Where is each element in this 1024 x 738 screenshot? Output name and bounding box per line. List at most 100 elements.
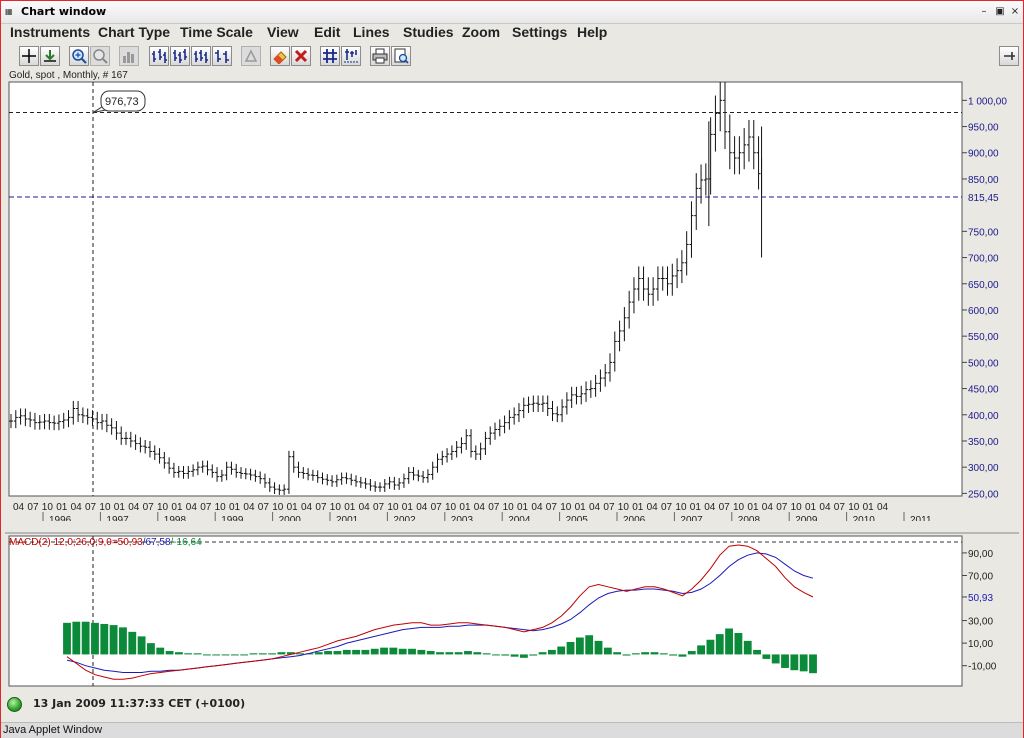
menu-zoom[interactable]: Zoom [462, 24, 500, 40]
macd-histogram-bar [566, 642, 575, 655]
print-icon[interactable] [370, 46, 390, 66]
macd-histogram-bar [333, 651, 342, 655]
price-x-month-label: 10 [387, 502, 399, 513]
price-x-month-label: 01 [402, 502, 414, 513]
maximize-icon[interactable]: ▣ [994, 6, 1006, 18]
price-x-month-label: 01 [632, 502, 644, 513]
price-y-tick-label: 250,00 [968, 489, 999, 500]
macd-histogram-bar [473, 652, 482, 655]
macd-histogram-bar [212, 654, 221, 656]
price-x-month-label: 01 [229, 502, 241, 513]
crosshair-icon[interactable] [19, 46, 39, 66]
price-x-month-label: 10 [848, 502, 860, 513]
pin-icon[interactable] [999, 46, 1019, 66]
macd-y-tick-label: -10,00 [968, 662, 997, 673]
macd-histogram-bar [510, 654, 519, 657]
price-x-month-label: 04 [71, 502, 83, 513]
menu-lines[interactable]: Lines [353, 24, 390, 40]
macd-histogram-bar [520, 654, 528, 658]
price-x-month-label: 01 [805, 502, 817, 513]
minimize-icon[interactable]: – [978, 6, 990, 18]
close-icon[interactable]: × [1009, 6, 1021, 18]
menu-time-scale[interactable]: Time Scale [180, 24, 253, 40]
macd-chart[interactable]: -10,00 10,00 30,00 50,93 70,00 90,00 MACD(2) … [1, 532, 1023, 692]
status-timestamp: 13 Jan 2009 11:37:33 CET (+0100) [33, 697, 246, 710]
price-y-tick-label: 300,00 [968, 463, 999, 474]
status-bar: 13 Jan 2009 11:37:33 CET (+0100) [1, 693, 1023, 717]
price-x-month-label: 04 [762, 502, 774, 513]
macd-panel[interactable]: -10,00 10,00 30,00 50,93 70,00 90,00 MACD(2) … [1, 532, 1023, 692]
price-x-month-label: 01 [459, 502, 471, 513]
price-x-year-label: 2004 [508, 515, 531, 521]
price-x-month-label: 10 [560, 502, 572, 513]
ohlc-bars-icon[interactable] [149, 46, 169, 66]
menu-edit[interactable]: Edit [314, 24, 340, 40]
price-x-month-label: 01 [575, 502, 587, 513]
price-y-tick-label: 900,00 [968, 149, 999, 160]
price-y-tick-label: 600,00 [968, 306, 999, 317]
price-x-year-label: 2000 [279, 515, 302, 521]
macd-plot-area[interactable] [8, 535, 963, 687]
price-x-year-label: 1998 [164, 515, 187, 521]
price-y-tick-label: 700,00 [968, 254, 999, 265]
price-marker-label: 815,45 [968, 193, 999, 204]
macd-histogram-bar [314, 652, 323, 655]
menu-chart-type[interactable]: Chart Type [98, 24, 170, 40]
macd-histogram-bar [389, 647, 398, 655]
menu-bar: Instruments Chart Type Time Scale View E… [1, 23, 1023, 43]
price-x-month-label: 04 [301, 502, 313, 513]
zoom-out-icon[interactable] [90, 46, 110, 66]
window-menu-icon[interactable]: ▦ [5, 7, 15, 17]
price-x-month-label: 07 [719, 502, 731, 513]
macd-histogram-bar [249, 653, 258, 655]
ohlc-bars-wide-icon[interactable] [212, 46, 232, 66]
macd-legend-hist: /-16,64 [171, 537, 203, 548]
price-x-year-label: 1997 [106, 515, 129, 521]
macd-histogram-bar [408, 648, 416, 655]
price-x-month-label: 07 [27, 502, 39, 513]
grid-settings-icon[interactable] [341, 46, 361, 66]
price-x-year-label: 2002 [393, 515, 416, 521]
price-x-month-label: 01 [287, 502, 299, 513]
price-x-month-label: 10 [272, 502, 284, 513]
ohlc-bars-compact-icon[interactable] [191, 46, 211, 66]
menu-settings[interactable]: Settings [512, 24, 567, 40]
price-x-month-label: 01 [344, 502, 356, 513]
price-chart[interactable]: 250,00 300,00 350,00 400,00 450,00 500,00 550,… [1, 81, 1023, 526]
price-x-month-label: 07 [603, 502, 615, 513]
price-x-month-label: 04 [704, 502, 716, 513]
macd-histogram-bar [380, 647, 388, 655]
menu-studies[interactable]: Studies [403, 24, 454, 40]
macd-histogram-bar [63, 622, 71, 655]
panel-splitter[interactable] [5, 532, 1019, 534]
eraser-icon[interactable] [270, 46, 290, 66]
price-x-year-label: 2010 [853, 515, 876, 521]
delete-icon[interactable] [291, 46, 311, 66]
price-x-year-label: 2006 [623, 515, 646, 521]
price-x-month-label: 07 [661, 502, 673, 513]
macd-histogram-bar [613, 652, 622, 655]
download-icon[interactable] [40, 46, 60, 66]
shape-icon[interactable] [241, 46, 261, 66]
macd-y-tick-label: 70,00 [968, 571, 993, 582]
price-y-tick-label: 650,00 [968, 280, 999, 291]
bar-chart-icon[interactable] [119, 46, 139, 66]
zoom-in-icon[interactable] [69, 46, 89, 66]
menu-instruments[interactable]: Instruments [10, 24, 90, 40]
ohlc-bars-alt-icon[interactable] [170, 46, 190, 66]
macd-histogram-bar [72, 621, 81, 655]
macd-histogram-bar [454, 652, 463, 655]
menu-help[interactable]: Help [577, 24, 607, 40]
print-preview-icon[interactable] [391, 46, 411, 66]
price-x-month-label: 04 [128, 502, 140, 513]
grid-icon[interactable] [320, 46, 340, 66]
macd-histogram-bar [398, 648, 407, 655]
price-chart-panel[interactable]: 250,00 300,00 350,00 400,00 450,00 500,00 550,… [1, 81, 1023, 526]
macd-histogram-bar [417, 649, 426, 655]
menu-view[interactable]: View [267, 24, 299, 40]
price-x-month-label: 10 [157, 502, 169, 513]
price-x-year-label: 2001 [336, 515, 359, 521]
price-x-year-label: 2008 [738, 515, 761, 521]
title-bar[interactable]: ▦ Chart window – ▣ × [1, 1, 1023, 24]
macd-histogram-bar [715, 634, 724, 655]
